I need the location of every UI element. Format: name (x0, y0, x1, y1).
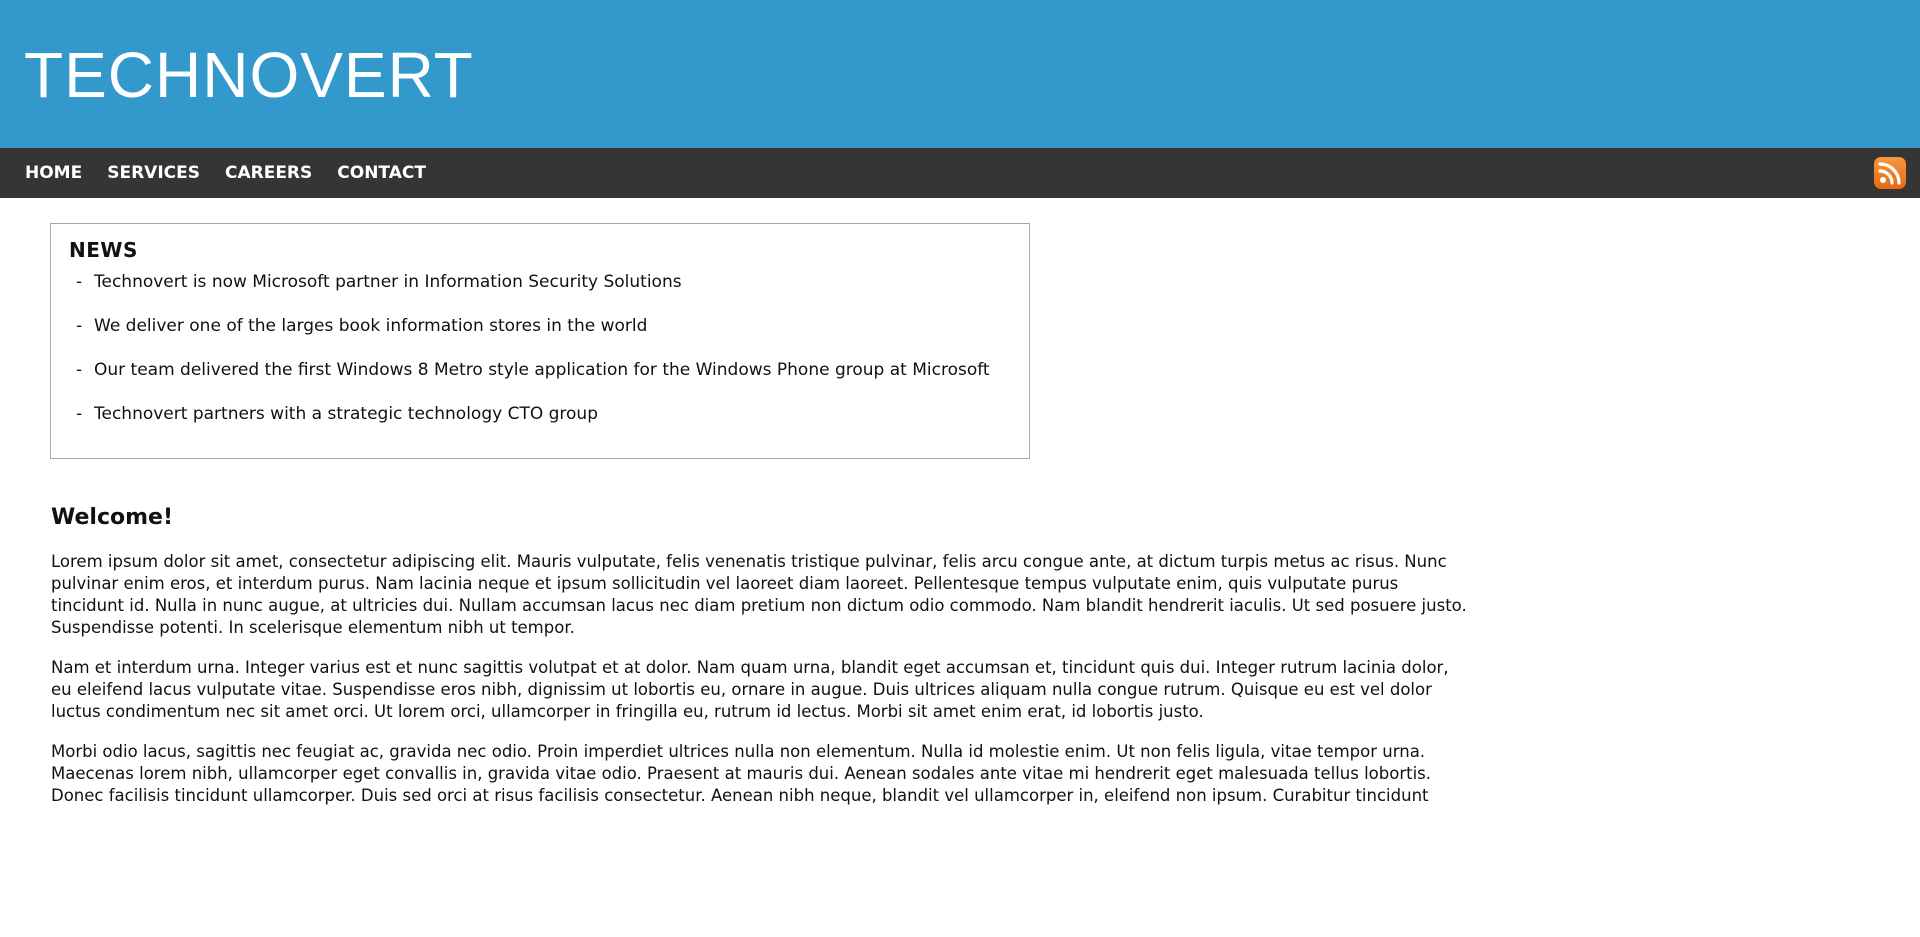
main-navigation: HOME SERVICES CAREERS CONTACT (0, 148, 1920, 198)
rss-feed-icon[interactable] (1874, 157, 1906, 189)
nav-menu: HOME SERVICES CAREERS CONTACT (0, 163, 451, 183)
news-panel: NEWS - Technovert is now Microsoft partne… (50, 223, 1030, 459)
content-paragraph: Lorem ipsum dolor sit amet, consectetur … (51, 552, 1467, 637)
news-item-text: We deliver one of the larges book inform… (94, 316, 648, 336)
list-dash: - (76, 404, 83, 424)
welcome-heading: Welcome! (51, 505, 173, 530)
nav-item-careers[interactable]: CAREERS (225, 163, 312, 183)
news-item-text: Our team delivered the first Windows 8 M… (94, 360, 990, 380)
site-logo[interactable]: TECHNOVERT (24, 38, 474, 112)
news-item-text: Technovert partners with a strategic tec… (94, 404, 598, 424)
list-dash: - (76, 316, 83, 336)
news-list: - Technovert is now Microsoft partner in … (76, 272, 990, 448)
news-item-text: Technovert is now Microsoft partner in I… (94, 272, 682, 292)
list-dash: - (76, 272, 83, 292)
nav-item-services[interactable]: SERVICES (107, 163, 200, 183)
news-item: - We deliver one of the larges book infor… (76, 316, 990, 360)
nav-item-contact[interactable]: CONTACT (337, 163, 426, 183)
news-item: - Our team delivered the first Windows 8 … (76, 360, 990, 404)
site-header: TECHNOVERT (0, 0, 1920, 148)
content-paragraph: Nam et interdum urna. Integer varius est… (51, 658, 1449, 721)
content-paragraph: Morbi odio lacus, sagittis nec feugiat a… (51, 742, 1432, 805)
news-title: NEWS (69, 238, 138, 262)
news-item: - Technovert is now Microsoft partner in … (76, 272, 990, 316)
nav-item-home[interactable]: HOME (25, 163, 82, 183)
list-dash: - (76, 360, 83, 380)
news-item: - Technovert partners with a strategic te… (76, 404, 990, 448)
main-content: Welcome! Lorem ipsum dolor sit amet, con… (51, 503, 1471, 825)
